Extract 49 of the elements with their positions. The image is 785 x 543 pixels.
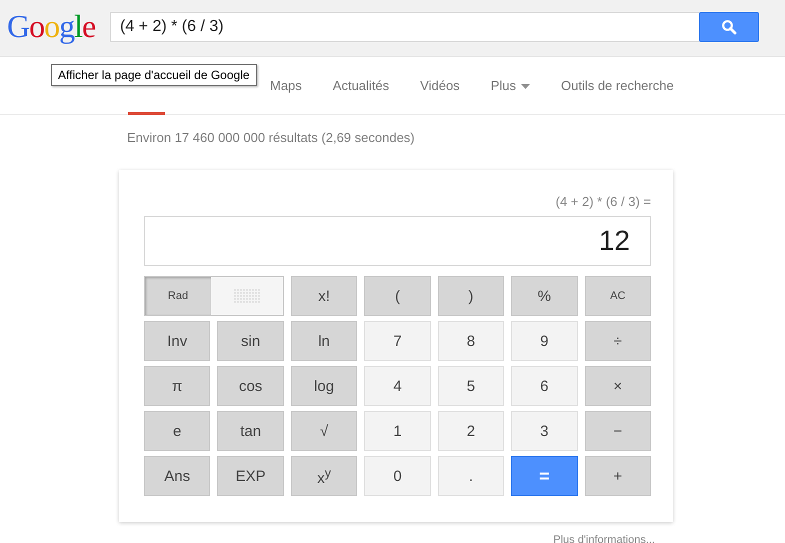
calculator-key[interactable]: e xyxy=(144,411,210,451)
calculator-key[interactable]: 7 xyxy=(364,321,431,361)
calculator-key[interactable]: Ans xyxy=(144,456,210,496)
calculator-key[interactable]: 3 xyxy=(511,411,578,451)
calculator-key[interactable]: + xyxy=(584,456,651,496)
calculator-key[interactable]: 9 xyxy=(511,321,578,361)
expression-text: (4 + 2) * (6 / 3) = xyxy=(554,194,651,211)
calculator-key[interactable]: tan xyxy=(217,411,284,451)
rad-toggle[interactable]: Rad xyxy=(145,277,211,315)
calculator-key[interactable]: ( xyxy=(364,276,431,316)
nav-tab[interactable]: Maps xyxy=(270,57,302,115)
calculator-key[interactable]: − xyxy=(584,411,651,451)
calculator-key[interactable]: log xyxy=(290,366,358,406)
calculator-key[interactable]: 1 xyxy=(364,411,431,451)
search-button[interactable] xyxy=(699,12,759,42)
dots-icon xyxy=(232,288,261,304)
calculator-key[interactable]: × xyxy=(584,366,651,406)
nav-tab[interactable]: Actualités xyxy=(332,57,390,115)
nav-tab[interactable]: Plus xyxy=(490,57,530,115)
nav-tab[interactable]: Outils de recherche xyxy=(560,57,674,115)
calculator-key[interactable]: x! xyxy=(290,276,358,316)
calculator-key[interactable]: ÷ xyxy=(584,321,651,361)
calculator-key[interactable]: AC xyxy=(584,276,651,316)
calculator-key[interactable]: 8 xyxy=(438,321,504,361)
calculator-key[interactable]: 6 xyxy=(511,366,578,406)
calculator-key[interactable]: cos xyxy=(217,366,284,406)
calculator-key[interactable]: 0 xyxy=(364,456,431,496)
calculator-key[interactable]: EXP xyxy=(217,456,284,496)
calculator-key[interactable]: Inv xyxy=(144,321,210,361)
more-info-link[interactable]: Plus d'informations... xyxy=(553,534,655,543)
google-logo[interactable]: Google xyxy=(7,6,110,46)
calculator-key[interactable]: π xyxy=(144,366,210,406)
result-stats: Environ 17 460 000 000 résultats (2,69 secondes) xyxy=(127,130,416,147)
calculator-key[interactable]: % xyxy=(511,276,578,316)
tooltip: Afficher la page d'accueil de Google xyxy=(51,64,257,86)
calculator-key[interactable]: . xyxy=(438,456,504,496)
result-display: 12 xyxy=(144,216,651,266)
search-field[interactable]: (4 + 2) * (6 / 3) xyxy=(110,12,699,42)
calculator-key[interactable]: ln xyxy=(290,321,358,361)
calculator-key[interactable]: ) xyxy=(438,276,504,316)
calculator-key[interactable]: 4 xyxy=(364,366,431,406)
calculator-key[interactable]: √ xyxy=(290,411,358,451)
search-icon xyxy=(721,19,737,35)
calculator-key[interactable]: sin xyxy=(217,321,284,361)
calculator-key[interactable]: 2 xyxy=(438,411,504,451)
calculator-key[interactable]: x$^{y}$ xyxy=(290,456,358,496)
calculator-key[interactable]: 5 xyxy=(438,366,504,406)
nav-tab[interactable]: Vidéos xyxy=(420,57,460,115)
deg-toggle[interactable] xyxy=(211,277,283,315)
